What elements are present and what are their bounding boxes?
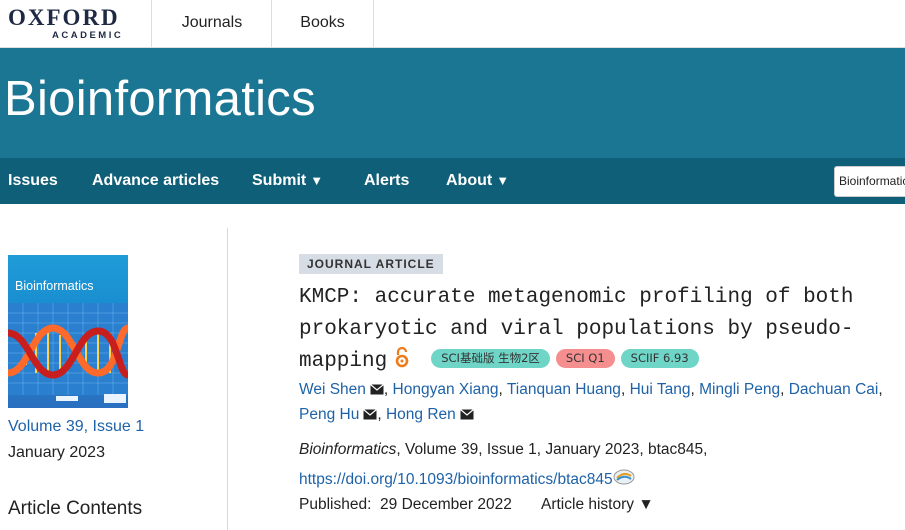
doi-link[interactable]: https://doi.org/10.1093/bioinformatics/b… [299,471,613,488]
oxford-academic-logo[interactable]: OXFORD ACADEMIC [8,6,128,42]
author-link[interactable]: Tianquan Huang [507,381,621,398]
nav-issues[interactable]: Issues [8,158,58,204]
author-link[interactable]: Peng Hu [299,406,359,423]
sci-zone-badge[interactable]: SCI基础版 生物2区 [431,349,550,368]
article-history-toggle[interactable]: Article history ▼ [541,496,654,514]
article-type-tag: JOURNAL ARTICLE [299,254,443,274]
cover-society-logo [104,394,126,403]
nav-issues-label: Issues [8,172,58,189]
nav-submit-label: Submit [252,172,307,189]
journal-banner: Bioinformatics [0,48,905,158]
volume-issue-link[interactable]: Volume 39, Issue 1 [8,418,144,436]
issue-cover-image[interactable]: Bioinformatics [8,255,128,408]
crossmark-icon[interactable] [613,469,635,485]
nav-submit[interactable]: Submit ▼ [252,158,323,204]
nav-advance-articles[interactable]: Advance articles [92,158,219,204]
journal-nav: Issues Advance articles Submit ▼ Alerts A… [0,158,905,204]
caret-down-icon: ▼ [496,173,510,188]
nav-about[interactable]: About ▼ [446,158,509,204]
logo-sub-text: ACADEMIC [52,30,124,41]
article-contents-heading: Article Contents [8,498,143,519]
cover-publisher-mark [56,396,78,401]
author-link[interactable]: Hongyan Xiang [393,381,499,398]
author-link[interactable]: Dachuan Cai [789,381,879,398]
author-link[interactable]: Wei Shen [299,381,366,398]
nav-alerts-label: Alerts [364,172,410,189]
search-scope-select[interactable]: Bioinformatics [834,166,905,197]
dna-helix-illustration [8,303,128,395]
article-history-label: Article history [541,496,635,513]
nav-advance-articles-label: Advance articles [92,172,220,189]
caret-down-icon: ▼ [310,173,324,188]
published-label: Published: [299,496,372,513]
article-title-block: KMCP: accurate metagenomic profiling of … [299,282,859,378]
nav-alerts[interactable]: Alerts [364,158,409,204]
email-icon[interactable] [459,409,474,420]
logo-main-text: OXFORD [8,5,120,30]
sci-quartile-badge[interactable]: SCI Q1 [555,349,615,368]
citation-journal: Bioinformatics [299,441,397,458]
author-link[interactable]: Hong Ren [386,406,456,423]
column-divider [227,228,228,530]
citation-details: , Volume 39, Issue 1, January 2023, btac… [396,441,708,458]
issue-date: January 2023 [8,444,105,461]
books-link[interactable]: Books [271,0,374,48]
caret-down-icon: ▼ [638,496,654,513]
doi-row: https://doi.org/10.1093/bioinformatics/b… [299,469,635,489]
email-icon[interactable] [363,409,378,420]
published-date: 29 December 2022 [380,496,512,513]
email-icon[interactable] [370,384,384,395]
impact-factor-badge[interactable]: SCIIF 6.93 [620,349,699,368]
author-link[interactable]: Mingli Peng [699,381,780,398]
author-list: Wei Shen, Hongyan Xiang, Tianquan Huang,… [299,381,883,423]
citation-line: Bioinformatics, Volume 39, Issue 1, Janu… [299,441,707,459]
published-row: Published: 29 December 2022 [299,496,512,514]
top-bar: OXFORD ACADEMIC Journals Books [0,0,905,48]
author-link[interactable]: Hui Tang [630,381,691,398]
open-access-icon [395,346,409,368]
journal-title[interactable]: Bioinformatics [4,71,316,127]
nav-about-label: About [446,172,493,189]
cover-title: Bioinformatics [15,279,94,293]
journals-link[interactable]: Journals [151,0,272,48]
